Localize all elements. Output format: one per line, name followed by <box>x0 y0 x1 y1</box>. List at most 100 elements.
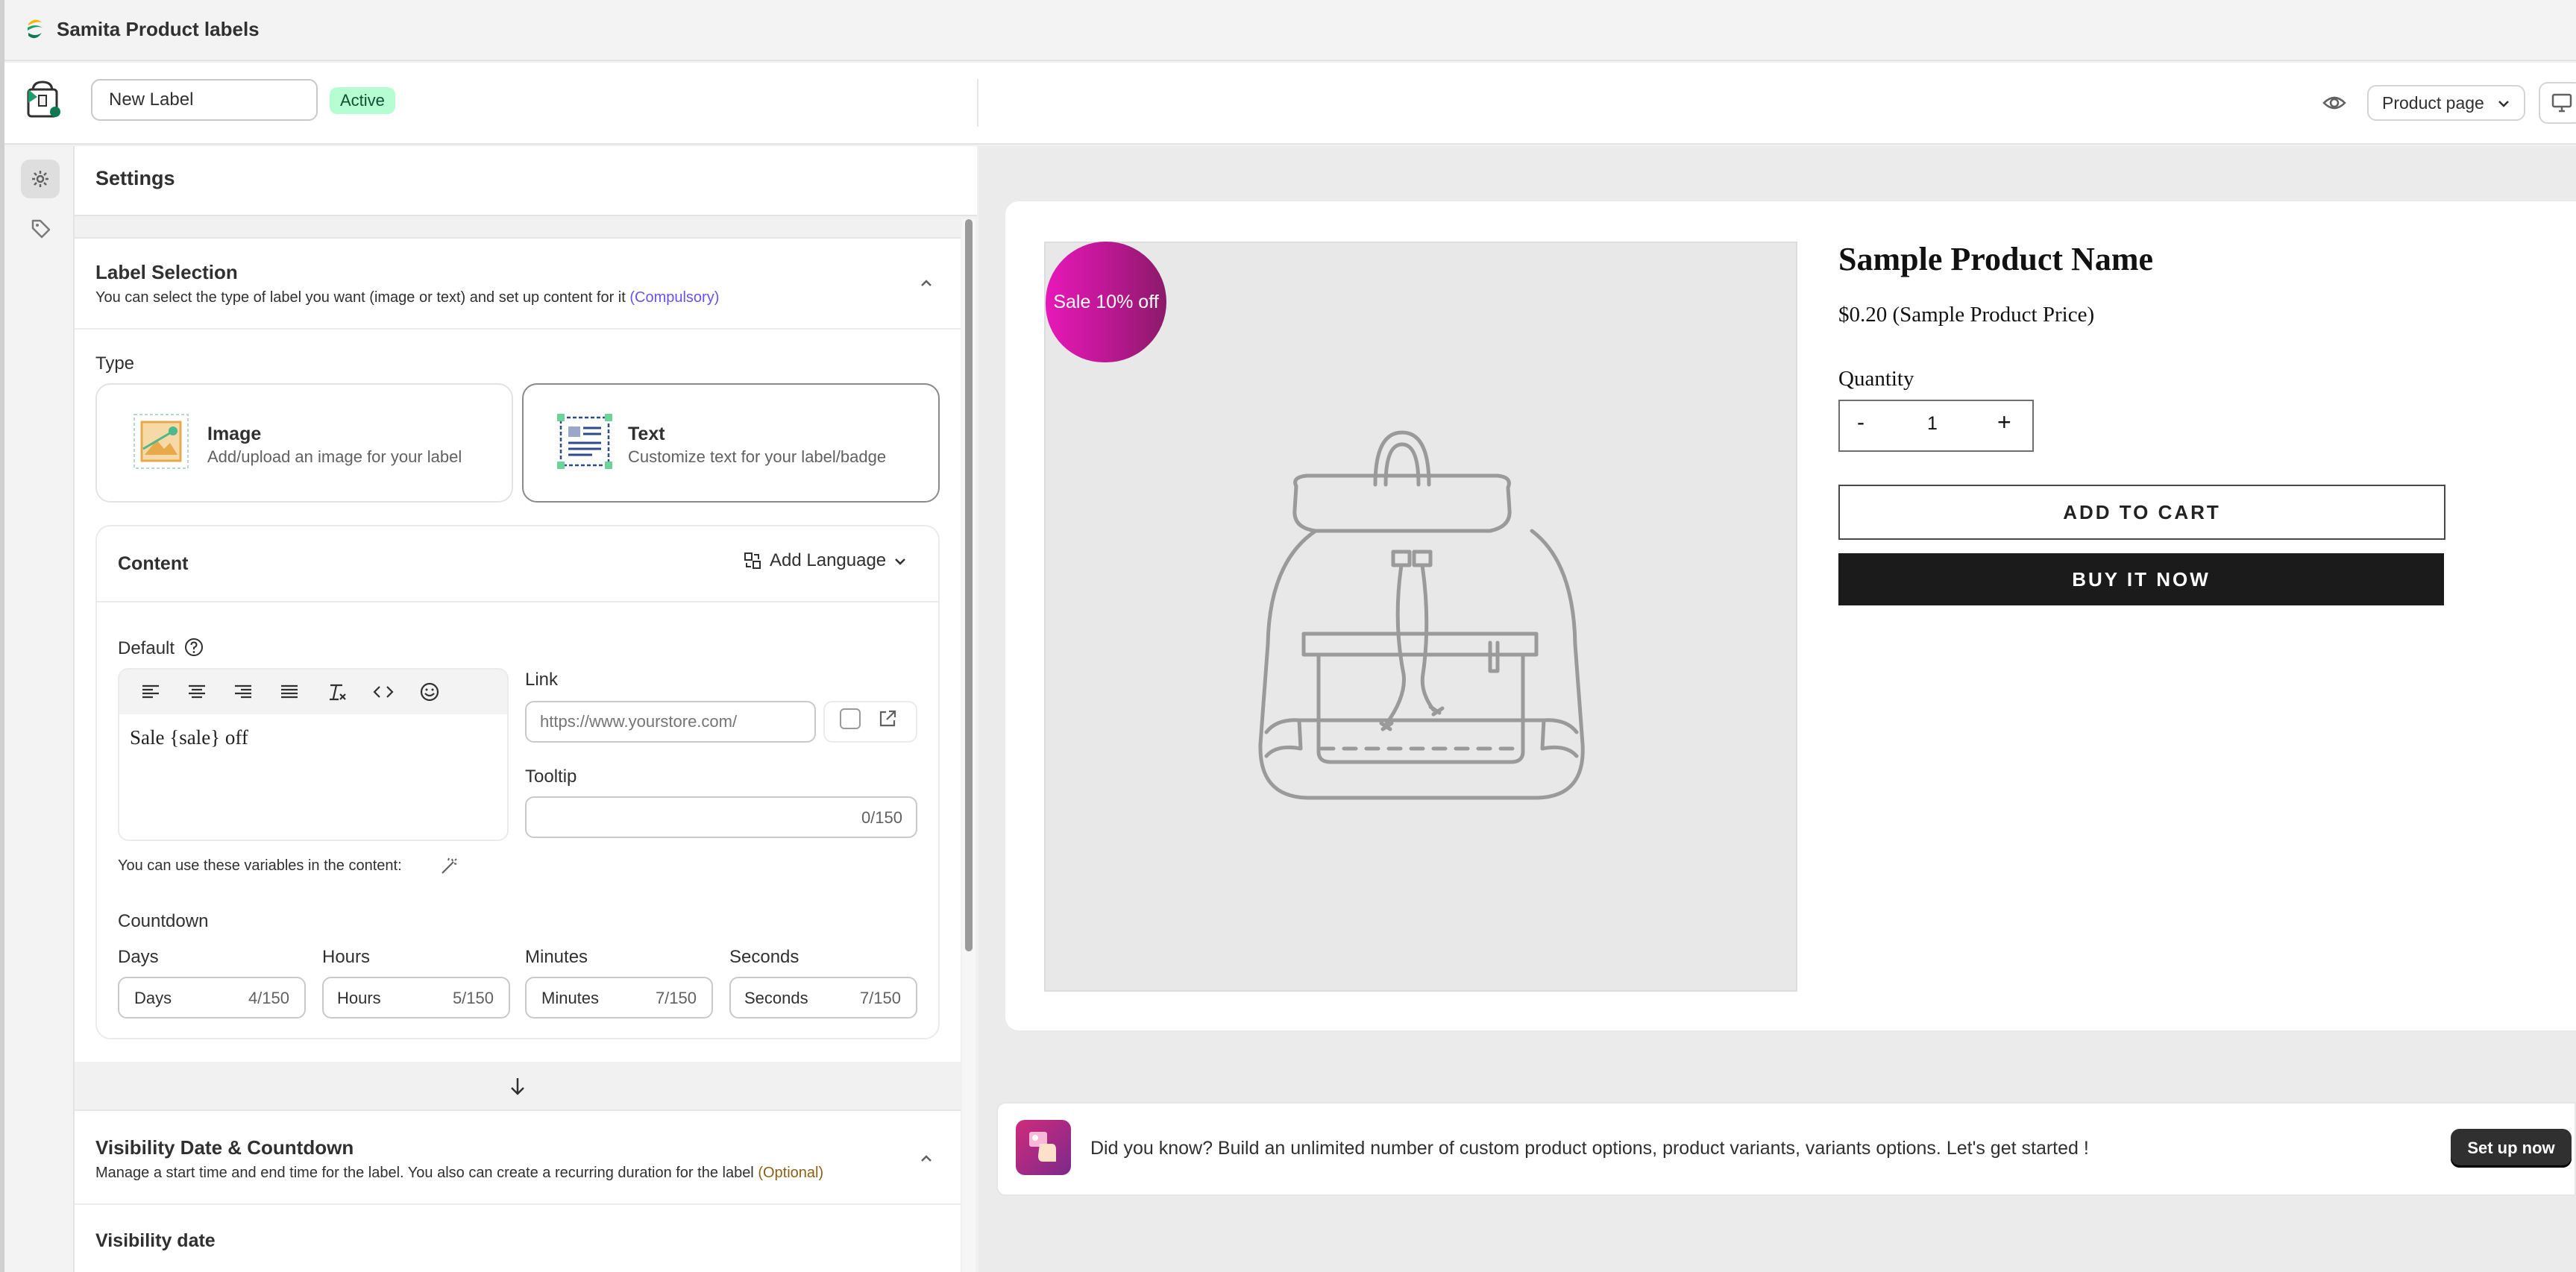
image-type-icon <box>133 414 189 469</box>
add-language-button[interactable]: Add Language <box>770 550 886 571</box>
quantity-minus-button[interactable]: - <box>1857 410 1865 435</box>
sale-label-text: Sale 10% off <box>1053 291 1159 312</box>
section-divider <box>75 328 961 330</box>
type-text-description: Customize text for your label/badge <box>628 447 887 466</box>
countdown-seconds-value: Seconds <box>744 989 808 1007</box>
promo-app-icon <box>1016 1120 1071 1175</box>
settings-scrollbar-thumb[interactable] <box>965 219 973 951</box>
eye-icon[interactable] <box>2319 89 2349 116</box>
settings-header <box>75 146 977 216</box>
set-up-now-button[interactable]: Set up now <box>2451 1129 2572 1168</box>
add-to-cart-button[interactable]: ADD TO CART <box>1838 485 2445 540</box>
toolbar-divider <box>977 79 978 127</box>
chevron-up-icon[interactable] <box>916 273 937 294</box>
align-justify-icon <box>281 684 298 699</box>
type-image-description: Add/upload an image for your label <box>207 447 462 466</box>
countdown-days-label: Days <box>118 947 159 967</box>
text-type-icon <box>557 414 612 469</box>
product-options-icon <box>1029 1132 1056 1162</box>
countdown-hours-value: Hours <box>337 989 381 1007</box>
variables-note: You can use these variables in the conte… <box>118 857 402 874</box>
external-link-icon <box>879 710 896 727</box>
sale-label-badge: Sale 10% off <box>1046 242 1166 362</box>
type-text-title: Text <box>628 424 665 444</box>
label-selection-description-text: You can select the type of label you wan… <box>95 289 626 306</box>
store-bag-icon[interactable] <box>22 78 63 119</box>
chevron-up-icon[interactable] <box>916 1148 937 1169</box>
device-toggle-button[interactable] <box>2539 82 2576 124</box>
page-type-select-label: Product page <box>2382 93 2484 113</box>
clear-format-button[interactable] <box>321 676 354 708</box>
help-icon[interactable] <box>183 637 204 658</box>
open-new-tab-checkbox[interactable] <box>840 708 861 729</box>
magic-wand-icon[interactable] <box>439 856 459 877</box>
default-language-label: Default <box>118 638 175 658</box>
visibility-title: Visibility Date & Countdown <box>95 1136 354 1159</box>
status-badge: Active <box>330 87 395 114</box>
product-name: Sample Product Name <box>1838 241 2154 277</box>
product-price: $0.20 (Sample Product Price) <box>1838 303 2095 327</box>
arrow-down-icon[interactable] <box>507 1075 528 1098</box>
countdown-days-value: Days <box>134 989 172 1007</box>
set-up-now-label: Set up now <box>2467 1139 2555 1157</box>
label-name-input[interactable] <box>91 79 318 121</box>
quantity-plus-button[interactable]: + <box>1997 409 2011 436</box>
app-bar <box>0 0 2576 61</box>
link-label: Link <box>525 670 559 690</box>
countdown-hours-label: Hours <box>322 947 371 967</box>
content-divider <box>97 601 938 602</box>
align-left-icon <box>142 684 159 699</box>
clear-format-icon <box>330 684 346 701</box>
editor-text[interactable]: Sale {sale} off <box>130 726 248 749</box>
emoji-button[interactable] <box>413 676 446 708</box>
content-title: Content <box>118 553 189 574</box>
label-selection-title: Label Selection <box>95 261 238 283</box>
countdown-hours-counter: 5/150 <box>452 989 494 1007</box>
section-divider <box>75 1203 961 1205</box>
countdown-minutes-label: Minutes <box>525 947 588 967</box>
backpack-illustration <box>1258 430 1585 800</box>
countdown-seconds-label: Seconds <box>729 947 799 967</box>
tooltip-character-counter: 0/150 <box>861 808 902 827</box>
quantity-label: Quantity <box>1838 367 1914 391</box>
align-center-icon <box>189 684 205 699</box>
chevron-down-icon[interactable] <box>892 553 908 570</box>
code-icon <box>373 686 394 698</box>
promo-text: Did you know? Build an unlimited number … <box>1090 1138 2089 1159</box>
link-input[interactable] <box>525 701 816 743</box>
countdown-label: Countdown <box>118 911 209 931</box>
window-edge <box>0 0 4 1272</box>
app-title: Samita Product labels <box>57 18 260 40</box>
align-justify-button[interactable] <box>273 676 306 708</box>
align-left-button[interactable] <box>134 676 167 708</box>
editor-toolbar <box>119 670 507 714</box>
tooltip-label: Tooltip <box>525 766 577 787</box>
tag-icon[interactable] <box>28 216 52 240</box>
left-rail <box>0 146 75 1272</box>
chevron-down-icon <box>2498 101 2509 107</box>
align-center-button[interactable] <box>180 676 213 708</box>
settings-title: Settings <box>95 167 175 189</box>
countdown-minutes-value: Minutes <box>541 989 600 1007</box>
buy-it-now-label: BUY IT NOW <box>2072 567 2211 591</box>
gear-icon <box>32 171 48 187</box>
align-right-button[interactable] <box>227 676 260 708</box>
link-actions <box>823 701 917 743</box>
rail-settings-button[interactable] <box>21 160 60 198</box>
optional-tag: (Optional) <box>758 1165 824 1181</box>
type-label: Type <box>95 353 135 374</box>
samita-logo-icon <box>28 19 43 39</box>
code-view-button[interactable] <box>367 676 400 708</box>
quantity-value[interactable]: 1 <box>1927 413 1938 435</box>
type-image-title: Image <box>207 424 262 444</box>
label-selection-description: You can select the type of label you wan… <box>95 289 719 306</box>
emoji-icon <box>420 682 439 702</box>
countdown-days-counter: 4/150 <box>248 989 289 1007</box>
add-to-cart-label: ADD TO CART <box>2063 500 2221 523</box>
buy-it-now-button[interactable]: BUY IT NOW <box>1838 553 2444 605</box>
visibility-description-text: Manage a start time and end time for the… <box>95 1165 754 1181</box>
align-right-icon <box>235 684 251 699</box>
language-icon[interactable] <box>743 550 762 571</box>
countdown-minutes-counter: 7/150 <box>655 989 697 1007</box>
visibility-date-label: Visibility date <box>95 1230 216 1251</box>
